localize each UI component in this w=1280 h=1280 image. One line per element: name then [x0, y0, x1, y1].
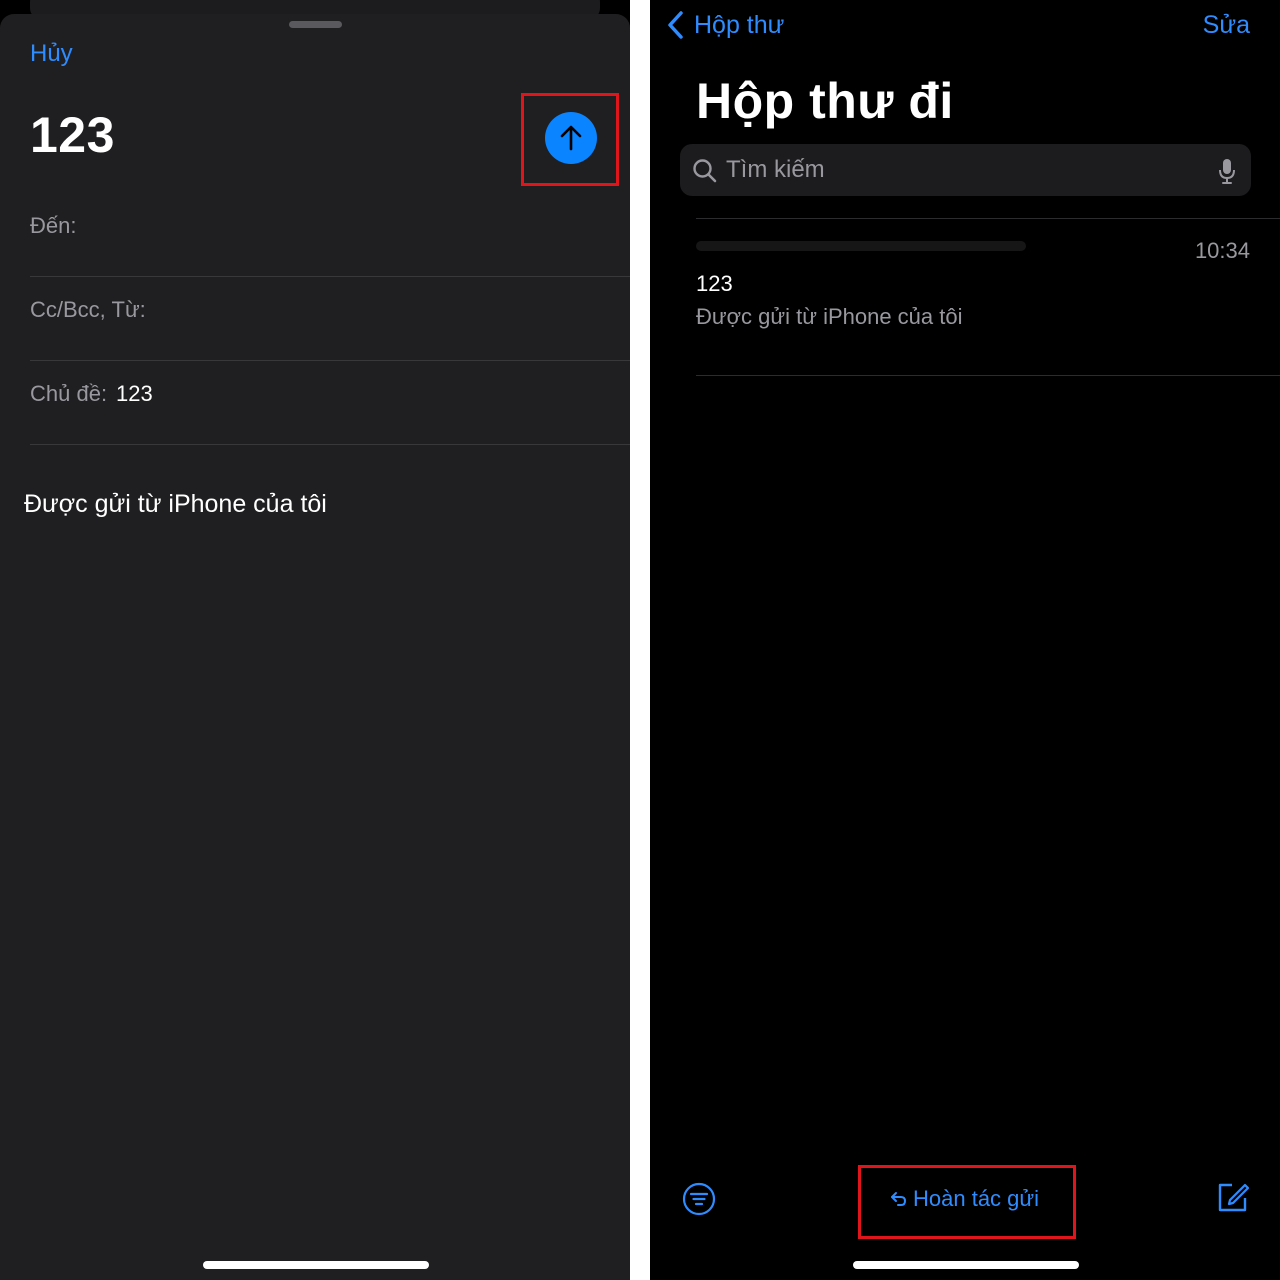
mail-time: 10:34: [1194, 238, 1250, 263]
ccbcc-field[interactable]: Cc/Bcc, Từ:: [30, 277, 630, 361]
to-label: Đến:: [30, 213, 77, 238]
home-indicator: [203, 1261, 429, 1269]
home-indicator: [853, 1261, 1079, 1269]
sheet-grabber[interactable]: [289, 21, 342, 28]
search-input[interactable]: [726, 144, 1196, 196]
list-separator-bottom: [696, 375, 1280, 376]
undo-send-button[interactable]: Hoàn tác gửi: [889, 1186, 1039, 1212]
outbox-screen: Hộp thư Sửa Hộp thư đi 10:34 123 Được gử…: [650, 0, 1280, 1280]
subject-label: Chủ đề:: [30, 381, 108, 406]
edit-button[interactable]: Sửa: [1203, 11, 1250, 40]
mail-list-item[interactable]: 10:34 123 Được gửi từ iPhone của tôi: [696, 219, 1280, 375]
mail-preview: Được gửi từ iPhone của tôi: [696, 304, 963, 329]
microphone-icon[interactable]: [1217, 157, 1237, 185]
compose-title: 123: [30, 107, 115, 163]
chevron-left-icon: [668, 11, 683, 39]
subject-value[interactable]: 123: [116, 381, 153, 407]
subject-field[interactable]: Chủ đề: 123: [30, 361, 630, 445]
undo-arrow-icon: [891, 1192, 907, 1206]
arrow-up-icon: [560, 125, 582, 151]
message-body[interactable]: Được gửi từ iPhone của tôi: [24, 490, 327, 519]
filter-icon: [682, 1182, 716, 1216]
search-bar[interactable]: [680, 144, 1251, 196]
mail-subject: 123: [696, 271, 733, 296]
ccbcc-label: Cc/Bcc, Từ:: [30, 297, 146, 322]
compose-button[interactable]: [1216, 1180, 1250, 1219]
filter-button[interactable]: [682, 1182, 716, 1221]
search-icon: [693, 159, 717, 183]
back-button[interactable]: Hộp thư: [666, 10, 784, 40]
redacted-recipient: [696, 241, 1026, 251]
page-title: Hộp thư đi: [696, 73, 954, 129]
compose-screen: Hủy 123 Đến: Cc/Bcc, Từ: Chủ đề: 123 Đượ…: [0, 0, 630, 1280]
to-field[interactable]: Đến:: [30, 193, 630, 277]
back-label: Hộp thư: [694, 10, 785, 39]
cancel-button[interactable]: Hủy: [30, 40, 73, 68]
send-button[interactable]: [545, 112, 597, 164]
compose-icon: [1218, 1183, 1250, 1212]
undo-send-label: Hoàn tác gửi: [913, 1186, 1040, 1211]
